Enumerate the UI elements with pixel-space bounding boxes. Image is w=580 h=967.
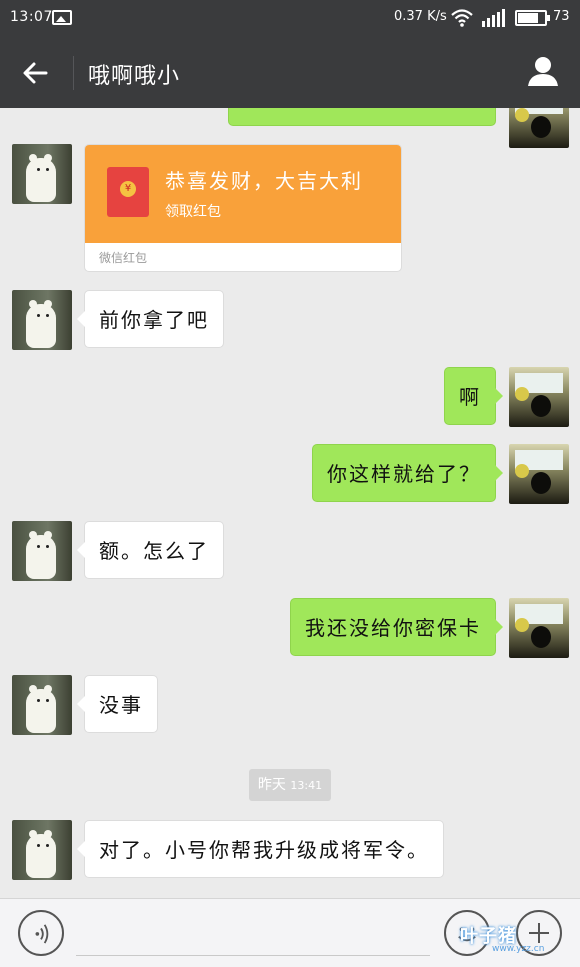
timestamp-time: 13:41 [290, 779, 323, 792]
status-bar: 13:07 0.37 K/s 73 [0, 0, 580, 36]
signal-icon [482, 9, 505, 27]
avatar-self[interactable] [509, 444, 569, 504]
message-bubble-out[interactable]: 我还没给你密保卡 [290, 598, 503, 656]
person-icon[interactable] [526, 54, 560, 88]
avatar-contact[interactable] [12, 144, 72, 204]
watermark-url: www.yzz.cn [492, 944, 545, 954]
avatar-contact[interactable] [12, 820, 72, 880]
voice-icon[interactable] [18, 910, 64, 956]
message-input[interactable] [76, 955, 430, 956]
net-speed: 0.37 K/s [394, 9, 447, 24]
message-bubble-out-partial [228, 108, 496, 126]
avatar-self[interactable] [509, 108, 569, 148]
battery-level: 73 [553, 9, 570, 24]
message-bubble-out[interactable]: 你这样就给了？ [312, 444, 503, 502]
status-time: 13:07 [10, 9, 53, 25]
message-bubble-in[interactable]: 对了。小号你帮我升级成将军令。 [77, 820, 444, 878]
back-arrow-icon[interactable] [18, 56, 52, 90]
avatar-contact[interactable] [12, 521, 72, 581]
chat-area[interactable]: ¥ 恭喜发财，大吉大利 领取红包 微信红包 前你拿了吧 啊 你这样就给了？ 额。… [0, 108, 580, 898]
avatar-self[interactable] [509, 367, 569, 427]
chat-timestamp: 昨天 13:41 [249, 769, 331, 801]
message-bubble-in[interactable]: 没事 [77, 675, 158, 733]
timestamp-day: 昨天 [257, 777, 286, 793]
title-divider [73, 56, 74, 90]
avatar-contact[interactable] [12, 675, 72, 735]
message-bubble-in[interactable]: 额。怎么了 [77, 521, 224, 579]
wifi-icon [451, 9, 473, 27]
red-packet-icon: ¥ [107, 167, 149, 217]
chat-title: 哦啊哦小 [88, 64, 181, 89]
title-bar: 哦啊哦小 [0, 36, 580, 108]
red-packet-footer: 微信红包 [99, 251, 148, 265]
red-packet-action: 领取红包 [165, 204, 221, 220]
gallery-icon [52, 10, 72, 25]
red-packet-greeting: 恭喜发财，大吉大利 [165, 169, 363, 193]
red-packet-message[interactable]: ¥ 恭喜发财，大吉大利 领取红包 微信红包 [84, 144, 402, 272]
message-bubble-in[interactable]: 前你拿了吧 [77, 290, 224, 348]
battery-icon [515, 10, 550, 26]
message-bubble-out[interactable]: 啊 [444, 367, 503, 425]
avatar-self[interactable] [509, 598, 569, 658]
avatar-contact[interactable] [12, 290, 72, 350]
